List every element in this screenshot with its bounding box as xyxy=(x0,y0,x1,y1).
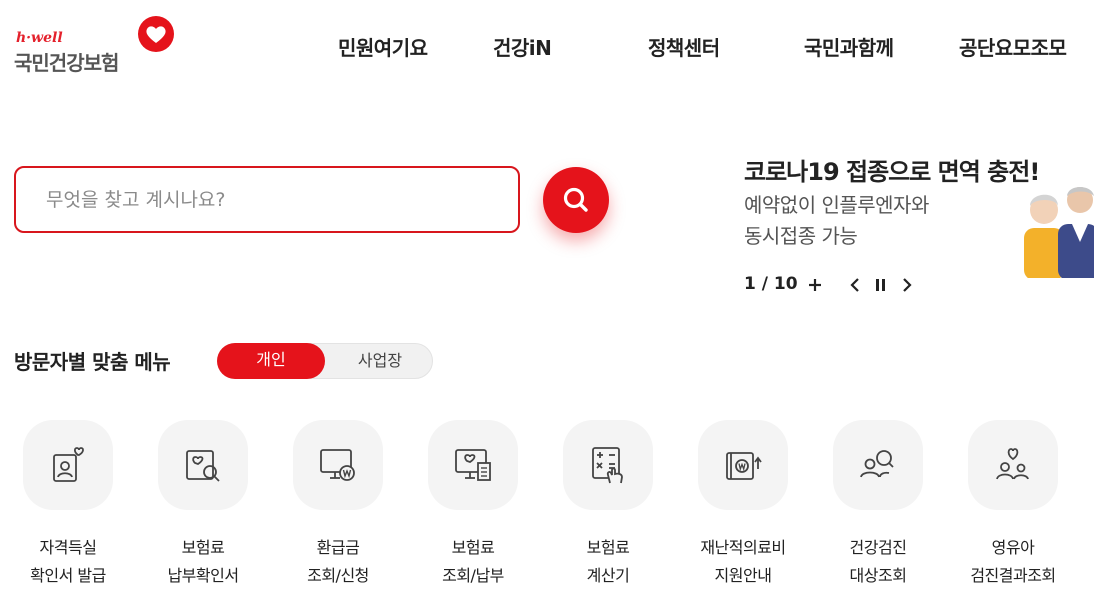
search-input[interactable] xyxy=(46,183,486,217)
quick-icon-tile xyxy=(23,420,113,510)
quick-item-label: 환급금 조회/신청 xyxy=(307,538,369,585)
banner-desc-line2: 동시접종 가능 xyxy=(744,224,858,248)
quick-item-label: 재난적의료비 지원안내 xyxy=(700,538,786,585)
calculator-icon xyxy=(592,447,623,484)
quick-item-premium-certificate[interactable]: 보험료 납부확인서 xyxy=(135,420,269,600)
banner-pager: 1 / 10 xyxy=(744,274,798,294)
id-heart-icon xyxy=(53,447,84,482)
chevron-right-icon xyxy=(903,278,912,292)
banner-pause-button[interactable] xyxy=(869,272,891,298)
persona-toggle: 개인 사업장 xyxy=(217,343,433,379)
main-navigation: 민원여기요 건강iN 정책센터 국민과함께 공단요모조모 xyxy=(0,32,1094,62)
people-search-icon xyxy=(860,450,894,478)
chevron-left-icon xyxy=(850,278,859,292)
tab-business[interactable]: 사업장 xyxy=(326,344,434,380)
tab-personal[interactable]: 개인 xyxy=(217,343,325,379)
banner-title[interactable]: 코로나19 접종으로 면역 충전! xyxy=(744,152,1040,187)
nav-item-health-in[interactable]: 건강iN xyxy=(493,32,552,61)
document-search-icon xyxy=(186,450,220,482)
nav-item-civil[interactable]: 민원여기요 xyxy=(338,32,428,61)
quick-item-label: 보험료 조회/납부 xyxy=(442,538,504,585)
quick-menu: 자격득실 확인서 발급 보험료 납부확인서 환급금 조회/신청 보험료 조회/납… xyxy=(0,420,1094,610)
monitor-won-icon xyxy=(320,449,355,481)
family-heart-icon xyxy=(996,448,1029,480)
quick-item-catastrophic-medical[interactable]: 재난적의료비 지원안내 xyxy=(675,420,809,600)
nav-item-about[interactable]: 공단요모조모 xyxy=(959,32,1067,61)
quick-item-label: 보험료 납부확인서 xyxy=(167,538,239,585)
nav-item-policy[interactable]: 정책센터 xyxy=(648,32,720,61)
search-icon xyxy=(563,187,588,212)
banner-desc-line1: 예약없이 인플루엔자와 xyxy=(744,193,929,217)
quick-icon-tile xyxy=(968,420,1058,510)
quick-item-qualification[interactable]: 자격득실 확인서 발급 xyxy=(0,420,134,600)
pause-icon xyxy=(876,279,885,291)
banner-prev-button[interactable] xyxy=(844,272,866,298)
wallet-won-icon xyxy=(726,452,762,480)
monitor-bill-icon xyxy=(455,449,491,481)
banner-next-button[interactable] xyxy=(896,272,918,298)
quick-icon-tile xyxy=(833,420,923,510)
nav-item-together[interactable]: 국민과함께 xyxy=(804,32,894,61)
quick-item-label: 영유아 검진결과조회 xyxy=(970,538,1056,585)
persona-menu-title: 방문자별 맞춤 메뉴 xyxy=(14,350,171,374)
banner-elderly-illustration xyxy=(1022,180,1094,278)
quick-item-label: 보험료 계산기 xyxy=(586,538,630,585)
banner-more-button[interactable] xyxy=(804,272,826,298)
quick-item-label: 자격득실 확인서 발급 xyxy=(30,538,106,585)
quick-item-premium-payment[interactable]: 보험료 조회/납부 xyxy=(405,420,539,600)
quick-item-infant-checkup[interactable]: 영유아 검진결과조회 xyxy=(945,420,1079,600)
quick-item-label: 건강검진 대상조회 xyxy=(849,538,907,585)
plus-icon xyxy=(809,279,821,291)
quick-icon-tile xyxy=(158,420,248,510)
quick-item-refund[interactable]: 환급금 조회/신청 xyxy=(270,420,404,600)
quick-item-checkup-target[interactable]: 건강검진 대상조회 xyxy=(810,420,944,600)
search-button[interactable] xyxy=(543,167,609,233)
quick-icon-tile xyxy=(698,420,788,510)
quick-icon-tile xyxy=(563,420,653,510)
banner-description: 예약없이 인플루엔자와 동시접종 가능 xyxy=(744,190,929,252)
search-box xyxy=(14,166,520,233)
quick-icon-tile xyxy=(428,420,518,510)
quick-icon-tile xyxy=(293,420,383,510)
quick-item-calculator[interactable]: 보험료 계산기 xyxy=(540,420,674,600)
